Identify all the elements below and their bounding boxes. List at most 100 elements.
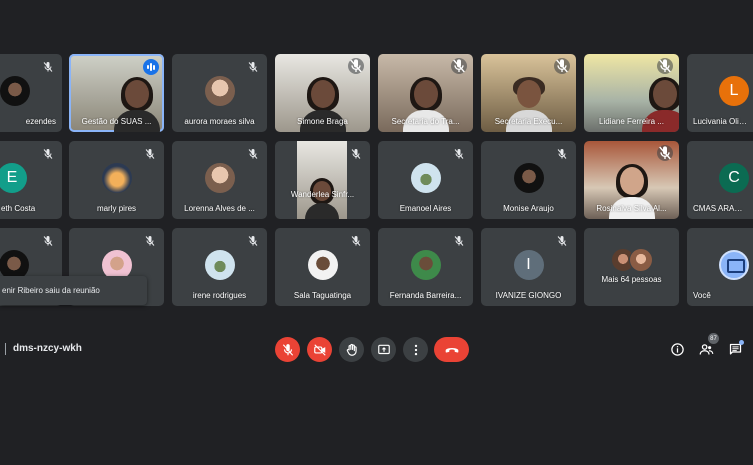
participant-video <box>297 141 347 219</box>
participant-tile[interactable]: irene rodrigues <box>172 228 267 306</box>
mic-off-icon <box>556 147 568 159</box>
participant-name: irene rodrigues <box>192 291 247 300</box>
participant-avatar <box>410 250 441 280</box>
participant-name: IVANIZE GIONGO <box>495 291 562 300</box>
participant-name: aurora moraes silva <box>184 117 255 126</box>
participant-tile[interactable]: E eth Costa <box>0 141 62 219</box>
participant-tile[interactable]: Simone Braga <box>275 54 370 132</box>
mic-off-icon <box>554 58 570 74</box>
participant-tile[interactable]: Monise Araujo <box>481 141 576 219</box>
meeting-code: dms-nzcy-wkh <box>13 343 82 354</box>
participant-avatar <box>204 250 235 280</box>
self-avatar-icon <box>719 250 749 280</box>
participant-avatar <box>0 76 30 106</box>
mic-off-icon <box>556 234 568 246</box>
mic-off-icon <box>350 234 362 246</box>
mic-off-icon <box>42 234 54 246</box>
call-end-icon <box>445 347 458 352</box>
participant-avatar <box>307 250 338 280</box>
participant-tile[interactable]: I IVANIZE GIONGO <box>481 228 576 306</box>
more-participants-tile[interactable]: Mais 64 pessoas <box>584 228 679 306</box>
participant-name: Rosinalva Silva Al... <box>596 204 667 213</box>
present-icon <box>377 344 390 354</box>
self-name: Você <box>693 291 711 300</box>
mic-off-icon <box>247 147 259 159</box>
participant-avatar <box>101 163 132 193</box>
participant-name: Monise Araujo <box>503 204 554 213</box>
info-icon <box>671 343 684 356</box>
mic-off-icon <box>247 234 259 246</box>
participant-left-toast: enir Ribeiro saiu da reunião <box>0 276 147 305</box>
participant-avatar <box>204 163 235 193</box>
participant-tile[interactable]: Fernanda Barreira... <box>378 228 473 306</box>
more-options-button[interactable] <box>403 337 428 362</box>
mic-off-icon <box>453 234 465 246</box>
people-icon <box>699 344 714 355</box>
participant-name: Simone Braga <box>297 117 348 126</box>
participant-name: Secretaria Execu... <box>494 117 563 126</box>
participant-name: Sala Taguatinga <box>293 291 352 300</box>
participant-tile[interactable]: Secretaria Execu... <box>481 54 576 132</box>
participant-name: Emanoel Aires <box>399 204 452 213</box>
mic-off-icon <box>144 147 156 159</box>
divider <box>5 343 6 355</box>
participant-name: Lucivania Olive <box>693 117 747 126</box>
participant-tile[interactable]: C CMAS ARAGUA <box>687 141 753 219</box>
participant-name: Wanderlea Sinfr... <box>290 190 355 199</box>
participant-name: Fernanda Barreira... <box>389 291 462 300</box>
mic-off-icon <box>42 147 54 159</box>
participant-name: ezendes <box>25 117 56 126</box>
mic-off-icon <box>657 58 673 74</box>
chat-notification-dot <box>739 340 744 345</box>
more-participants-label: Mais 64 pessoas <box>601 275 662 284</box>
participant-name: CMAS ARAGUA <box>693 204 747 213</box>
camera-toggle-button[interactable] <box>307 337 332 362</box>
participant-tile[interactable]: L Lucivania Olive <box>687 54 753 132</box>
participant-tile[interactable]: ezendes <box>0 54 62 132</box>
participant-avatar: L <box>719 76 749 106</box>
meeting-details-button[interactable] <box>669 341 686 358</box>
participant-tile[interactable]: Sala Taguatinga <box>275 228 370 306</box>
participant-avatar <box>513 163 544 193</box>
participant-avatar: E <box>0 163 27 193</box>
self-tile[interactable]: Você <box>687 228 753 306</box>
hand-icon <box>346 343 357 356</box>
leave-call-button[interactable] <box>434 337 469 362</box>
mic-off-icon <box>247 60 259 72</box>
participant-name: marly pires <box>96 204 137 213</box>
present-screen-button[interactable] <box>371 337 396 362</box>
participant-name: eth Costa <box>1 204 36 213</box>
more-vert-icon <box>414 344 417 355</box>
participant-tile[interactable]: Wanderlea Sinfr... <box>275 141 370 219</box>
participant-name: Secretaria do Tra... <box>391 117 460 126</box>
mic-off-icon <box>42 60 54 72</box>
mic-off-icon <box>453 147 465 159</box>
participant-name: Lorenna Alves de ... <box>184 204 255 213</box>
more-participants-avatars <box>610 248 653 272</box>
participant-tile[interactable]: Secretaria do Tra... <box>378 54 473 132</box>
mic-toggle-button[interactable] <box>275 337 300 362</box>
participant-name: Gestão do SUAS ... <box>81 117 152 126</box>
participant-tile[interactable]: Lidiane Ferreira ... <box>584 54 679 132</box>
participant-tile[interactable]: Lorenna Alves de ... <box>172 141 267 219</box>
participant-tile[interactable]: Rosinalva Silva Al... <box>584 141 679 219</box>
participant-avatar: C <box>719 163 749 193</box>
mic-off-icon <box>657 145 673 161</box>
participant-tile[interactable]: aurora moraes silva <box>172 54 267 132</box>
participant-avatar <box>410 163 441 193</box>
raise-hand-button[interactable] <box>339 337 364 362</box>
participant-tile[interactable]: Gestão do SUAS ... <box>69 54 164 132</box>
mic-off-icon <box>144 234 156 246</box>
participant-tile[interactable]: marly pires <box>69 141 164 219</box>
participant-avatar: I <box>513 250 544 280</box>
mic-off-icon <box>348 58 364 74</box>
mic-off-icon <box>350 147 362 159</box>
speaking-indicator-icon <box>143 59 159 75</box>
toast-text: enir Ribeiro saiu da reunião <box>2 286 100 295</box>
participant-avatar <box>204 76 235 106</box>
participants-count-badge: 87 <box>708 333 719 344</box>
participant-tile[interactable]: Emanoel Aires <box>378 141 473 219</box>
participant-name: Lidiane Ferreira ... <box>599 117 664 126</box>
camera-off-icon <box>313 343 326 356</box>
mic-off-icon <box>451 58 467 74</box>
